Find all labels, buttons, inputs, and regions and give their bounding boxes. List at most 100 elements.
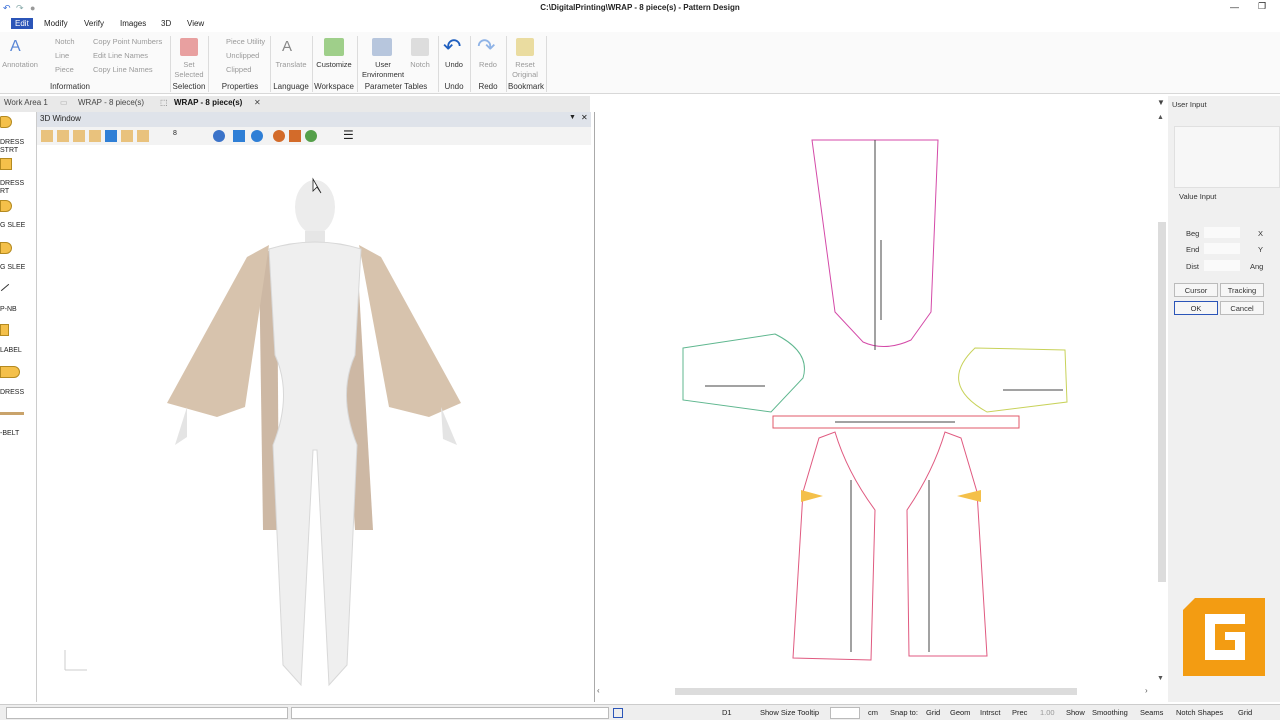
piece-thumb[interactable] [0,324,9,336]
piece-label: -BELT [0,430,20,437]
vertical-scrollbar[interactable] [1158,222,1166,582]
maximize-icon[interactable]: ❐ [1258,1,1266,12]
beg-field[interactable] [1204,227,1240,238]
ok-button[interactable]: OK [1174,301,1218,315]
body-tool-icon[interactable] [105,130,117,142]
zoom-icon[interactable] [251,130,263,142]
snap-intrsct-button[interactable]: Intrsct [980,708,1000,717]
piece-front-left[interactable] [792,431,876,661]
group-selection: Selection [172,82,206,91]
3d-viewport[interactable] [37,145,591,702]
copy-line-names-button[interactable]: Copy Line Names [93,65,153,74]
pattern-workspace[interactable]: ▲ ▼ ‹ › [594,112,1166,702]
tab-close-icon[interactable]: ✕ [254,98,261,107]
user-environment-button[interactable]: User Environment [358,60,408,80]
menu-3d[interactable]: 3D [157,18,175,29]
annotation-button[interactable]: Annotation [0,60,40,70]
line-small-button[interactable]: Line [55,51,69,60]
menu-verify[interactable]: Verify [80,18,108,29]
status-indicator-icon [613,708,623,718]
panel-dropdown-icon[interactable]: ▼ [1157,98,1165,107]
edit-line-names-button[interactable]: Edit Line Names [93,51,148,60]
end-field[interactable] [1204,243,1240,254]
value-input-label: Value Input [1179,192,1217,201]
rotate-icon[interactable] [213,130,225,142]
piece-thumb[interactable] [0,366,20,378]
size-field[interactable] [830,707,860,719]
notch-shapes-button[interactable]: Notch Shapes [1176,708,1223,717]
dist-field[interactable] [1204,260,1240,271]
shirt-tool-icon[interactable] [57,130,69,142]
menu-edit[interactable]: Edit [11,18,33,29]
show-grid-button[interactable]: Grid [1238,708,1252,717]
menu-images[interactable]: Images [116,18,150,29]
piece-tab-icon: ⬚ [160,98,168,107]
pattern-canvas[interactable] [595,112,1167,702]
smoothing-button[interactable]: Smoothing [1092,708,1128,717]
scroll-left-icon[interactable]: ‹ [597,686,600,695]
undo-button[interactable]: Undo [440,60,468,70]
snap-geom-button[interactable]: Geom [950,708,970,717]
redo-button[interactable]: Redo [474,60,502,70]
light-icon[interactable] [273,130,285,142]
notch-small-button[interactable]: Notch [55,37,75,46]
piece-thumb[interactable] [0,242,12,254]
scroll-down-icon[interactable]: ▼ [1157,675,1164,682]
scroll-right-icon[interactable]: › [1145,686,1148,695]
seams-button[interactable]: Seams [1140,708,1163,717]
menu-modify[interactable]: Modify [40,18,72,29]
piece-sleeve-left[interactable] [682,333,805,413]
reset-original-button[interactable]: Reset Original [508,60,542,80]
snap-grid-button[interactable]: Grid [926,708,940,717]
unit-cm[interactable]: cm [868,708,878,717]
piece-sleeve-right[interactable] [958,347,1068,413]
tab-wrap-active[interactable]: WRAP - 8 piece(s) [174,98,242,107]
tracking-button[interactable]: Tracking [1220,283,1264,297]
close-3d-icon[interactable]: ✕ [581,113,588,122]
fabric-tool-icon[interactable] [137,130,149,142]
unclipped-button[interactable]: Unclipped [226,51,259,60]
pin-icon[interactable]: ▼ [569,114,576,121]
cancel-button[interactable]: Cancel [1220,301,1264,315]
piece-front-right[interactable] [906,431,988,657]
piece-utility-button[interactable]: Piece Utility [226,37,265,46]
cursor-button[interactable]: Cursor [1174,283,1218,297]
color-icon[interactable] [305,130,317,142]
notch-icon [411,38,429,56]
annotation-icon: A [10,38,21,55]
piece-small-button[interactable]: Piece [55,65,74,74]
user-input-area[interactable] [1174,126,1280,188]
pants-tool-icon[interactable] [73,130,85,142]
menu-view[interactable]: View [183,18,208,29]
snap-to-label: Snap to: [890,708,918,717]
set-selected-line2: Selected [174,70,204,79]
hand-tool-icon[interactable] [89,130,101,142]
render-icon[interactable] [289,130,301,142]
set-selected-button[interactable]: Set Selected [172,60,206,80]
show-size-tooltip-button[interactable]: Show Size Tooltip [760,708,819,717]
fit-tool-icon[interactable] [121,130,133,142]
3d-toolbar: 8 ☰ [37,127,591,145]
tab-work-area[interactable]: Work Area 1 [4,98,48,107]
menu-lines-icon[interactable]: ☰ [343,128,354,142]
piece-thumb[interactable] [0,200,12,212]
piece-thumb[interactable] [0,412,24,415]
scroll-up-icon[interactable]: ▲ [1157,114,1164,121]
piece-thumb[interactable] [0,158,12,170]
snap-prec-button[interactable]: Prec [1012,708,1027,717]
piece-thumb[interactable] [0,283,10,292]
dress-tool-icon[interactable] [41,130,53,142]
prec-value[interactable]: 1.00 [1040,708,1055,717]
copy-point-numbers-button[interactable]: Copy Point Numbers [93,37,162,46]
gerber-logo [1183,598,1265,676]
clipped-button[interactable]: Clipped [226,65,251,74]
notch-button[interactable]: Notch [404,60,436,70]
pan-icon[interactable] [233,130,245,142]
translate-button[interactable]: Translate [272,60,310,70]
piece-thumb[interactable] [0,116,12,128]
minimize-icon[interactable]: — [1230,2,1239,12]
tab-wrap-1[interactable]: WRAP - 8 piece(s) [78,98,144,107]
layer-d1[interactable]: D1 [722,708,732,717]
horizontal-scrollbar[interactable] [675,688,1077,695]
customize-button[interactable]: Customize [314,60,354,70]
